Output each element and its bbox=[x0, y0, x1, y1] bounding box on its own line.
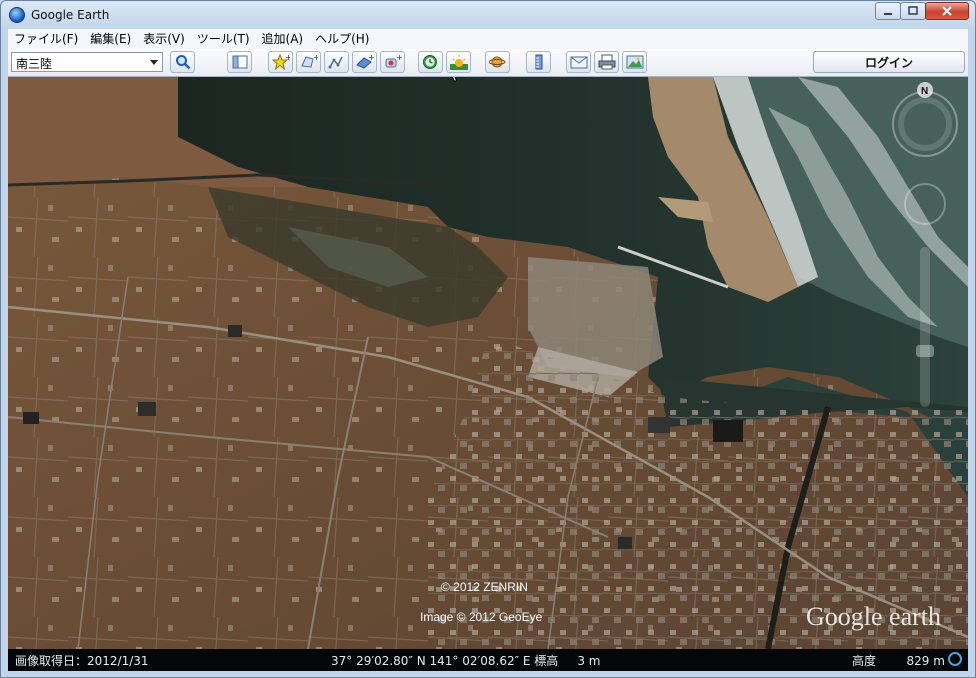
save-image-icon bbox=[626, 55, 643, 69]
menu-edit[interactable]: 編集(E) bbox=[84, 29, 137, 49]
placemark-icon: + bbox=[271, 54, 290, 70]
google-earth-app-icon bbox=[9, 7, 25, 23]
title-bar[interactable]: Google Earth bbox=[1, 1, 975, 29]
email-icon bbox=[570, 56, 587, 69]
menu-bar: ファイル(F) 編集(E) 表示(V) ツール(T) 追加(A) ヘルプ(H) bbox=[8, 29, 968, 50]
maximize-icon bbox=[908, 6, 918, 15]
ruler-icon bbox=[535, 54, 542, 70]
maximize-button[interactable] bbox=[900, 2, 926, 20]
imagery-date: 画像取得日：2012/1/31 bbox=[15, 654, 149, 668]
minimize-button[interactable] bbox=[875, 2, 901, 20]
add-path-button[interactable] bbox=[324, 51, 349, 73]
close-button[interactable] bbox=[925, 2, 969, 20]
planet-switch-icon bbox=[488, 56, 505, 68]
menu-help[interactable]: ヘルプ(H) bbox=[309, 29, 375, 49]
copyright-geoeye: Image © 2012 GeoEye bbox=[420, 610, 543, 624]
satellite-imagery[interactable]: N © 2012 ZENRIN Image © 2012 GeoEye Goog… bbox=[8, 77, 968, 649]
login-button[interactable]: ログイン bbox=[813, 51, 965, 73]
menu-add[interactable]: 追加(A) bbox=[256, 29, 310, 49]
copyright-zenrin: © 2012 ZENRIN bbox=[441, 580, 528, 594]
planet-switch-button[interactable] bbox=[485, 51, 510, 73]
add-image-overlay-button[interactable]: + bbox=[352, 51, 377, 73]
add-placemark-button[interactable]: + bbox=[268, 51, 293, 73]
altitude-readout: 高度 829 m bbox=[852, 654, 945, 668]
save-image-button[interactable] bbox=[622, 51, 647, 73]
menu-file[interactable]: ファイル(F) bbox=[8, 29, 84, 49]
status-bar: 画像取得日：2012/1/31 37° 29′02.80″ N 141° 02′… bbox=[8, 649, 968, 671]
compass-north-label: N bbox=[921, 86, 928, 97]
sunlight-icon bbox=[449, 55, 468, 70]
search-input[interactable]: 南三陸 bbox=[11, 52, 163, 72]
email-button[interactable] bbox=[566, 51, 591, 73]
polygon-icon: + bbox=[300, 54, 318, 68]
print-button[interactable] bbox=[594, 51, 619, 73]
ruler-button[interactable] bbox=[526, 51, 551, 73]
record-tour-icon: + bbox=[385, 54, 402, 68]
close-icon bbox=[942, 6, 952, 16]
minimize-icon bbox=[884, 13, 892, 15]
google-earth-logo: Google earth bbox=[806, 602, 941, 631]
window-controls bbox=[875, 2, 969, 20]
image-overlay-icon: + bbox=[355, 54, 374, 69]
mouse-cursor-icon bbox=[448, 77, 460, 86]
earth-map-view[interactable]: N © 2012 ZENRIN Image © 2012 GeoEye Goog… bbox=[8, 77, 968, 649]
menu-tools[interactable]: ツール(T) bbox=[191, 29, 256, 49]
coordinates-readout: 37° 29′02.80″ N 141° 02′08.62″ E 標高 3 m bbox=[331, 654, 601, 668]
sidebar-toggle-icon bbox=[232, 55, 247, 69]
sidebar-toggle-button[interactable] bbox=[227, 51, 252, 73]
add-polygon-button[interactable]: + bbox=[296, 51, 321, 73]
svg-text:+: + bbox=[313, 54, 318, 62]
path-icon bbox=[328, 56, 343, 69]
app-window: Google Earth ファイル(F) 編集(E) 表示(V) ツール(T) … bbox=[0, 0, 976, 678]
historical-imagery-icon bbox=[422, 55, 437, 69]
search-value: 南三陸 bbox=[16, 57, 53, 71]
streaming-indicator-icon bbox=[948, 652, 962, 666]
menu-view[interactable]: 表示(V) bbox=[137, 29, 191, 49]
sunlight-button[interactable] bbox=[446, 51, 471, 73]
search-icon bbox=[175, 55, 190, 70]
chevron-down-icon[interactable] bbox=[150, 60, 158, 65]
historical-imagery-button[interactable] bbox=[418, 51, 443, 73]
svg-text:+: + bbox=[368, 54, 374, 62]
toolbar: 南三陸 + + + + bbox=[8, 49, 968, 77]
svg-text:+: + bbox=[285, 54, 290, 62]
svg-text:+: + bbox=[396, 54, 402, 62]
print-icon bbox=[598, 54, 615, 70]
record-tour-button[interactable]: + bbox=[380, 51, 405, 73]
search-button[interactable] bbox=[170, 51, 195, 73]
window-title: Google Earth bbox=[31, 8, 110, 22]
